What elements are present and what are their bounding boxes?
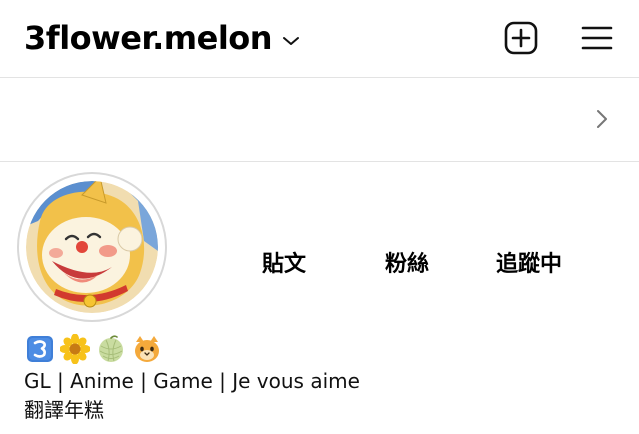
menu-icon[interactable] (580, 21, 614, 55)
doraemon-avatar (26, 181, 158, 313)
add-post-icon[interactable] (504, 21, 538, 55)
username: 3flower.melon (24, 19, 273, 57)
followers-label[interactable]: 粉絲 (385, 250, 429, 280)
bio-subtext: 翻譯年糕 (24, 398, 104, 422)
cat-face-emoji (135, 336, 159, 362)
following-label[interactable]: 追蹤中 (496, 250, 562, 280)
account-switcher[interactable]: 3flower.melon (24, 18, 300, 58)
profile-header: 3flower.melon (0, 0, 639, 78)
sunflower-emoji (60, 334, 90, 364)
chevron-right-icon (597, 110, 607, 128)
bio-emoji-row (26, 334, 162, 364)
keycap-three-emoji (27, 336, 53, 362)
professional-dashboard-row[interactable] (0, 78, 639, 162)
posts-label[interactable]: 貼文 (262, 250, 306, 280)
melon-emoji (99, 335, 123, 362)
avatar[interactable] (17, 172, 167, 322)
chevron-down-icon (283, 37, 300, 45)
bio-text: GL | Anime | Game | Je vous aime (24, 369, 360, 393)
